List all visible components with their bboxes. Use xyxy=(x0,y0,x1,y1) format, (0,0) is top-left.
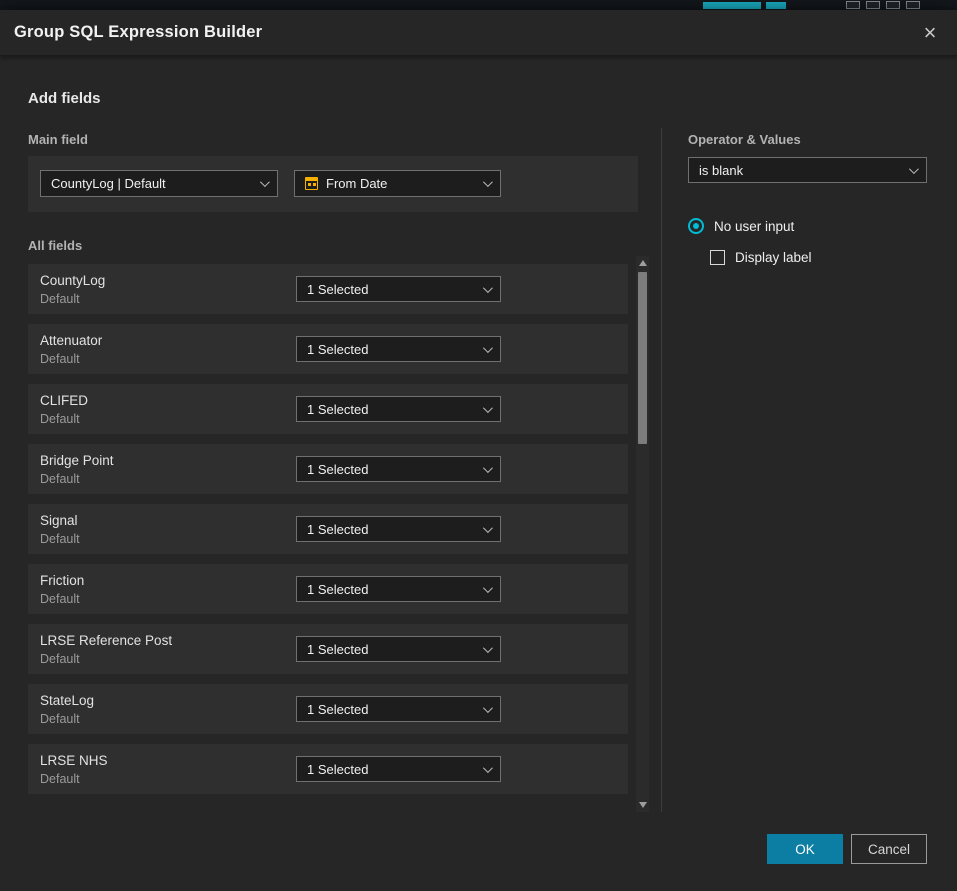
dropdown-value: From Date xyxy=(326,176,473,191)
dropdown-value: 1 Selected xyxy=(307,642,473,657)
field-subtitle: Default xyxy=(40,712,80,726)
field-subtitle: Default xyxy=(40,772,80,786)
field-name: Signal xyxy=(40,513,78,528)
no-user-input-option: No user input xyxy=(688,218,794,234)
field-subtitle: Default xyxy=(40,412,80,426)
chevron-down-icon xyxy=(483,343,493,353)
dialog-title: Group SQL Expression Builder xyxy=(0,23,262,42)
dropdown-value: 1 Selected xyxy=(307,282,473,297)
field-row: CLIFED Default 1 Selected xyxy=(28,384,628,434)
field-name: CLIFED xyxy=(40,393,88,408)
field-row: CountyLog Default 1 Selected xyxy=(28,264,628,314)
field-name: CountyLog xyxy=(40,273,105,288)
chevron-down-icon xyxy=(909,164,919,174)
all-fields-list: CountyLog Default 1 Selected Attenuator … xyxy=(28,264,628,804)
display-label-option: Display label xyxy=(710,250,812,265)
chevron-down-icon xyxy=(483,463,493,473)
field-selected-dropdown[interactable]: 1 Selected xyxy=(296,756,501,782)
vertical-scrollbar[interactable] xyxy=(636,256,649,812)
field-name: StateLog xyxy=(40,693,94,708)
background-toolbar-icon xyxy=(886,1,900,9)
vertical-divider xyxy=(661,128,662,812)
field-subtitle: Default xyxy=(40,532,80,546)
scrollbar-thumb[interactable] xyxy=(638,272,647,444)
background-teal-fragment xyxy=(703,2,761,9)
date-field-dropdown[interactable]: From Date xyxy=(294,170,501,197)
operator-dropdown[interactable]: is blank xyxy=(688,157,927,183)
dropdown-value: 1 Selected xyxy=(307,762,473,777)
field-row: Signal Default 1 Selected xyxy=(28,504,628,554)
field-name: Bridge Point xyxy=(40,453,114,468)
chevron-down-icon xyxy=(483,523,493,533)
field-row: LRSE NHS Default 1 Selected xyxy=(28,744,628,794)
field-name: LRSE NHS xyxy=(40,753,108,768)
field-name: Friction xyxy=(40,573,84,588)
field-row: Friction Default 1 Selected xyxy=(28,564,628,614)
field-row: StateLog Default 1 Selected xyxy=(28,684,628,734)
dialog-header: Group SQL Expression Builder × xyxy=(0,10,957,56)
main-field-label: Main field xyxy=(28,132,88,147)
chevron-down-icon xyxy=(260,177,270,187)
dropdown-value: CountyLog | Default xyxy=(51,176,250,191)
field-selected-dropdown[interactable]: 1 Selected xyxy=(296,336,501,362)
checkbox-unchecked-icon[interactable] xyxy=(710,250,725,265)
background-app-strip xyxy=(0,0,957,10)
field-selected-dropdown[interactable]: 1 Selected xyxy=(296,276,501,302)
dropdown-value: 1 Selected xyxy=(307,522,473,537)
field-name: Attenuator xyxy=(40,333,102,348)
dropdown-value: 1 Selected xyxy=(307,342,473,357)
dropdown-value: 1 Selected xyxy=(307,462,473,477)
chevron-down-icon xyxy=(483,763,493,773)
scroll-up-icon[interactable] xyxy=(639,260,647,266)
field-subtitle: Default xyxy=(40,592,80,606)
background-toolbar-icon xyxy=(846,1,860,9)
chevron-down-icon xyxy=(483,283,493,293)
field-row: Bridge Point Default 1 Selected xyxy=(28,444,628,494)
field-subtitle: Default xyxy=(40,292,80,306)
chevron-down-icon xyxy=(483,583,493,593)
background-toolbar-icon xyxy=(866,1,880,9)
field-subtitle: Default xyxy=(40,652,80,666)
radio-selected-icon[interactable] xyxy=(688,218,704,234)
add-fields-heading: Add fields xyxy=(28,90,101,107)
field-selected-dropdown[interactable]: 1 Selected xyxy=(296,396,501,422)
field-subtitle: Default xyxy=(40,472,80,486)
field-selected-dropdown[interactable]: 1 Selected xyxy=(296,516,501,542)
dropdown-value: 1 Selected xyxy=(307,702,473,717)
cancel-button[interactable]: Cancel xyxy=(851,834,927,864)
scroll-down-icon[interactable] xyxy=(639,802,647,808)
dropdown-value: is blank xyxy=(699,163,899,178)
field-name: LRSE Reference Post xyxy=(40,633,172,648)
field-selected-dropdown[interactable]: 1 Selected xyxy=(296,576,501,602)
ok-button[interactable]: OK xyxy=(767,834,843,864)
chevron-down-icon xyxy=(483,177,493,187)
field-row: Attenuator Default 1 Selected xyxy=(28,324,628,374)
field-selected-dropdown[interactable]: 1 Selected xyxy=(296,696,501,722)
chevron-down-icon xyxy=(483,403,493,413)
background-toolbar-icon xyxy=(906,1,920,9)
field-selected-dropdown[interactable]: 1 Selected xyxy=(296,636,501,662)
radio-label: No user input xyxy=(714,219,794,234)
close-icon[interactable]: × xyxy=(915,18,945,48)
dropdown-value: 1 Selected xyxy=(307,582,473,597)
field-selected-dropdown[interactable]: 1 Selected xyxy=(296,456,501,482)
background-teal-fragment xyxy=(766,2,786,9)
layer-dropdown[interactable]: CountyLog | Default xyxy=(40,170,278,197)
dropdown-value: 1 Selected xyxy=(307,402,473,417)
operator-values-heading: Operator & Values xyxy=(688,132,801,147)
chevron-down-icon xyxy=(483,643,493,653)
group-sql-expression-builder-dialog: Group SQL Expression Builder × Add field… xyxy=(0,10,957,891)
calendar-icon xyxy=(305,177,318,190)
main-field-panel: CountyLog | Default From Date xyxy=(28,156,638,212)
chevron-down-icon xyxy=(483,703,493,713)
field-subtitle: Default xyxy=(40,352,80,366)
all-fields-label: All fields xyxy=(28,238,82,253)
checkbox-label: Display label xyxy=(735,250,812,265)
field-row: LRSE Reference Post Default 1 Selected xyxy=(28,624,628,674)
